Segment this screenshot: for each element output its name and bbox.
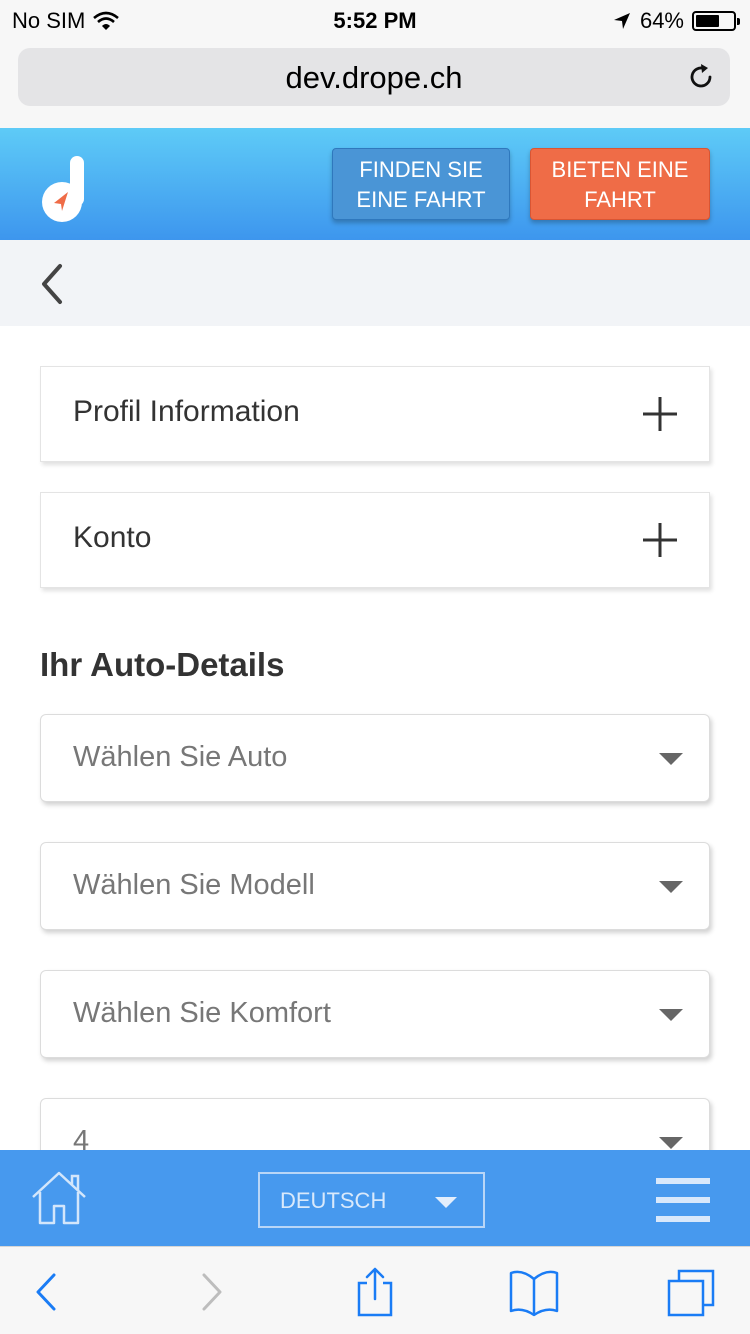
- plus-icon[interactable]: [641, 395, 679, 433]
- menu-bar: [656, 1197, 710, 1203]
- panel-label: Profil Information: [73, 395, 300, 428]
- drope-logo[interactable]: [40, 156, 86, 222]
- app-footer: DEUTSCH: [0, 1150, 750, 1246]
- caret-down-icon: [659, 1137, 683, 1149]
- caret-down-icon: [659, 753, 683, 765]
- browser-back-icon[interactable]: [24, 1267, 76, 1317]
- bookmarks-icon[interactable]: [508, 1267, 560, 1317]
- select-placeholder: Wählen Sie Modell: [73, 869, 315, 901]
- home-icon[interactable]: [30, 1170, 88, 1226]
- profile-information-panel[interactable]: Profil Information: [40, 366, 710, 462]
- language-select[interactable]: DEUTSCH: [258, 1172, 485, 1228]
- model-select[interactable]: Wählen Sie Modell: [40, 842, 710, 930]
- browser-forward-icon[interactable]: [186, 1267, 238, 1317]
- language-label: DEUTSCH: [280, 1188, 387, 1213]
- back-navigation-bar: [0, 240, 750, 326]
- battery-fill: [696, 15, 719, 27]
- chevron-left-icon[interactable]: [36, 262, 66, 306]
- select-placeholder: Wählen Sie Auto: [73, 741, 288, 773]
- url-field[interactable]: dev.drope.ch: [18, 48, 730, 106]
- plus-icon[interactable]: [641, 521, 679, 559]
- panel-label: Konto: [73, 521, 152, 554]
- tabs-icon[interactable]: [666, 1267, 718, 1317]
- caret-down-icon: [435, 1197, 457, 1208]
- menu-bar: [656, 1178, 710, 1184]
- share-icon[interactable]: [349, 1267, 401, 1317]
- offer-ride-button[interactable]: BIETEN EINE FAHRT: [530, 148, 710, 220]
- car-details-title: Ihr Auto-Details: [40, 646, 285, 683]
- menu-bar: [656, 1216, 710, 1222]
- url-text: dev.drope.ch: [285, 60, 463, 95]
- select-placeholder: Wählen Sie Komfort: [73, 997, 331, 1029]
- status-bar: No SIM 5:52 PM 64%: [0, 0, 750, 40]
- caret-down-icon: [659, 881, 683, 893]
- status-right-group: 64%: [612, 8, 740, 34]
- comfort-select[interactable]: Wählen Sie Komfort: [40, 970, 710, 1058]
- caret-down-icon: [659, 1009, 683, 1021]
- car-select[interactable]: Wählen Sie Auto: [40, 714, 710, 802]
- browser-address-area: dev.drope.ch: [0, 40, 750, 128]
- battery-percentage: 64%: [639, 8, 684, 33]
- hamburger-menu-icon[interactable]: [656, 1178, 710, 1222]
- account-panel[interactable]: Konto: [40, 492, 710, 588]
- location-arrow-icon: [613, 13, 630, 29]
- battery-icon: [692, 11, 740, 31]
- browser-toolbar: [0, 1246, 750, 1334]
- reload-icon[interactable]: [686, 62, 716, 92]
- find-ride-button[interactable]: FINDEN SIE EINE FAHRT: [332, 148, 510, 220]
- app-header: FINDEN SIE EINE FAHRT BIETEN EINE FAHRT: [0, 128, 750, 240]
